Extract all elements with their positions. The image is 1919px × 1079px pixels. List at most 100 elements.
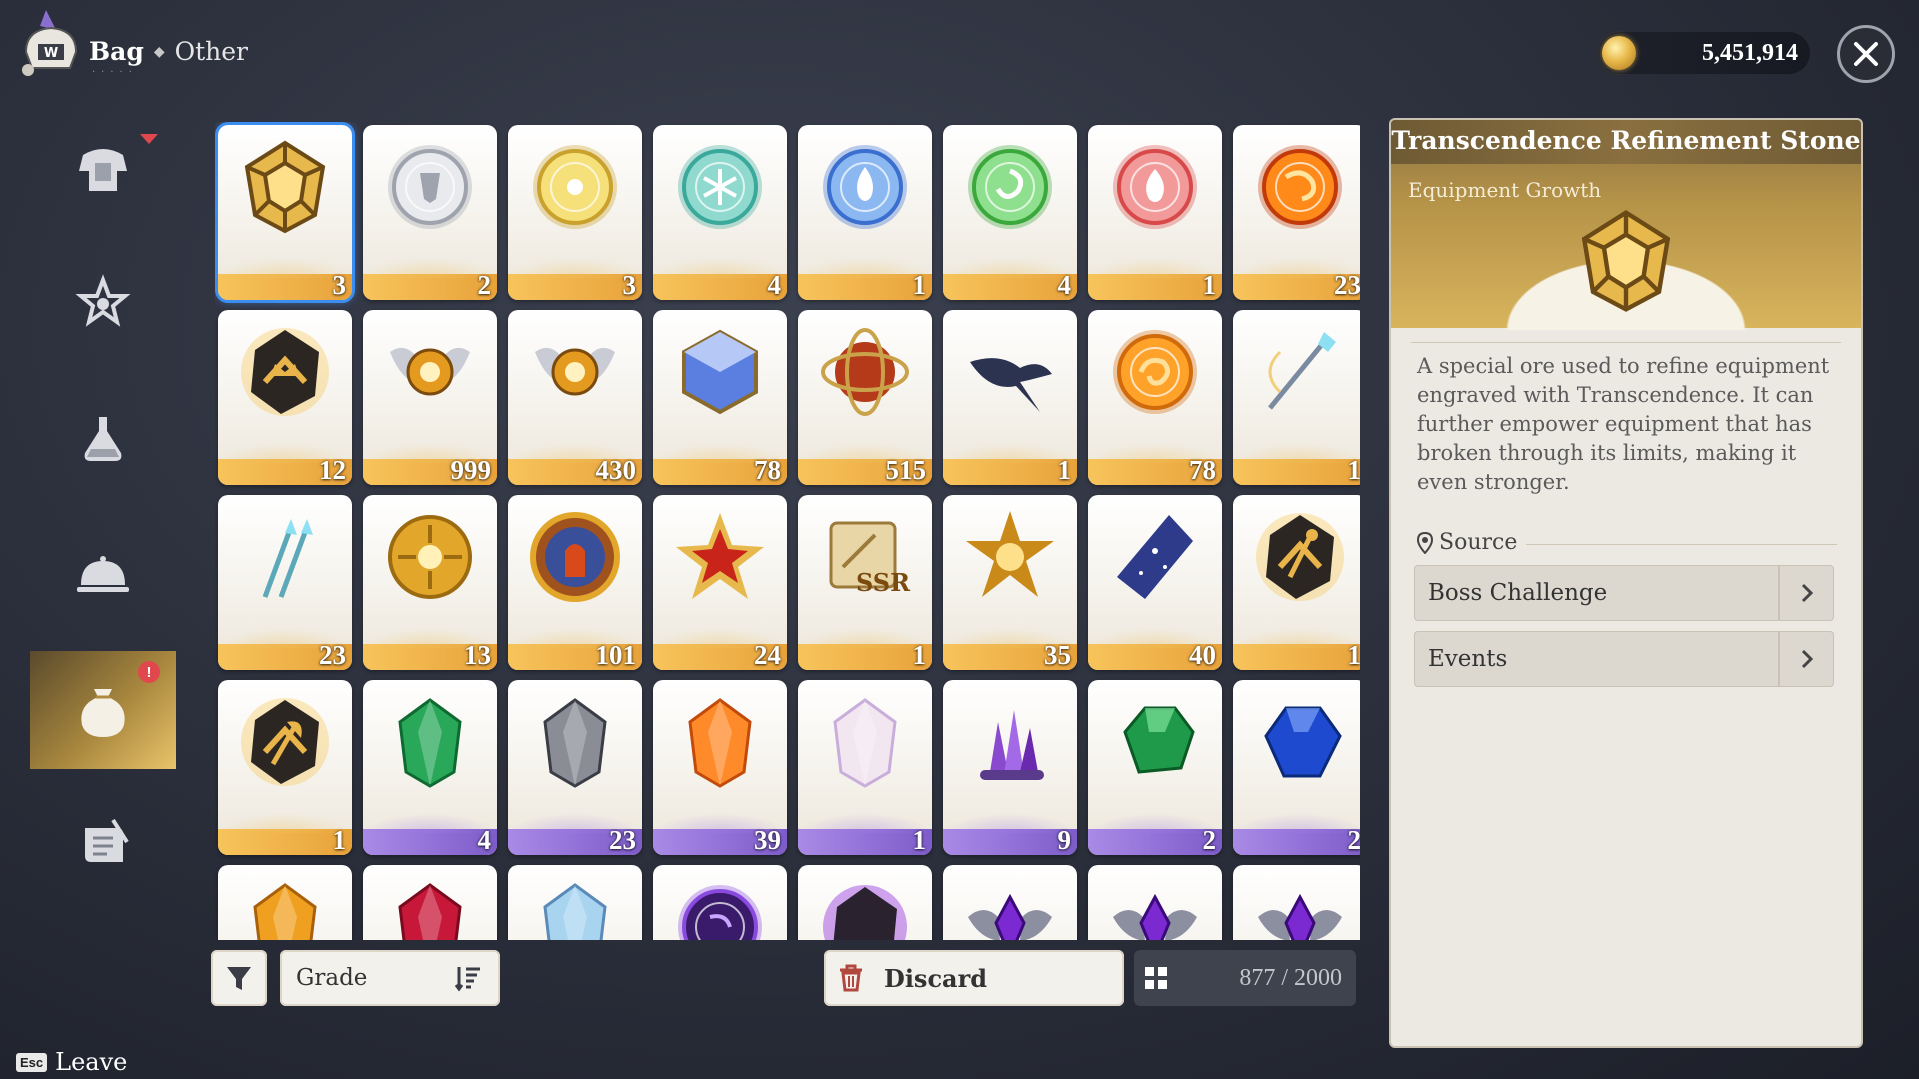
- item-slot[interactable]: 4: [943, 125, 1077, 300]
- detail-divider: [1411, 342, 1841, 343]
- item-slot[interactable]: 4: [653, 125, 787, 300]
- item-slot[interactable]: [943, 865, 1077, 940]
- item-slot[interactable]: 24: [653, 495, 787, 670]
- item-quantity: 23: [1334, 270, 1360, 300]
- gold-coin-icon: [1602, 36, 1636, 70]
- item-slot[interactable]: [218, 865, 352, 940]
- item-slot[interactable]: 515: [798, 310, 932, 485]
- item-slot[interactable]: 999: [363, 310, 497, 485]
- item-slot[interactable]: 1: [1233, 495, 1360, 670]
- chevron-right-icon: [1778, 565, 1834, 621]
- item-slot[interactable]: 78: [1088, 310, 1222, 485]
- filter-button[interactable]: [211, 950, 267, 1006]
- filter-funnel-icon: [227, 967, 251, 990]
- item-slot[interactable]: 2: [1088, 680, 1222, 855]
- nav-tab-consumables[interactable]: [30, 380, 176, 498]
- item-quantity: 2: [1202, 825, 1217, 855]
- item-slot[interactable]: 1: [798, 680, 932, 855]
- item-quantity: 4: [477, 825, 492, 855]
- nav-tab-food[interactable]: [30, 515, 176, 633]
- item-slot[interactable]: 1: [943, 310, 1077, 485]
- rarity-band: [1233, 628, 1360, 670]
- item-quantity: 4: [767, 270, 782, 300]
- discard-button[interactable]: Discard: [824, 950, 1124, 1006]
- armor-icon: [79, 149, 127, 191]
- item-quantity: 23: [319, 640, 346, 670]
- item-slot[interactable]: 1: [798, 125, 932, 300]
- item-detail-panel: Transcendence Refinement Stone Equipment…: [1391, 120, 1861, 1046]
- item-quantity: 78: [754, 455, 781, 485]
- item-quantity: 999: [450, 455, 492, 485]
- item-slot[interactable]: 2: [363, 125, 497, 300]
- source-heading: Source: [1417, 530, 1517, 555]
- item-slot[interactable]: 39: [653, 680, 787, 855]
- item-quantity: 1: [332, 825, 347, 855]
- gold-currency-display: 5,451,914: [1598, 32, 1810, 74]
- item-slot[interactable]: 430: [508, 310, 642, 485]
- source-divider: [1526, 544, 1837, 545]
- item-quantity: 430: [595, 455, 637, 485]
- discard-label: Discard: [884, 963, 988, 993]
- item-quantity: 35: [1044, 640, 1071, 670]
- svg-text:SSR: SSR: [856, 568, 911, 597]
- item-quantity: 3: [622, 270, 637, 300]
- item-slot[interactable]: 12: [218, 310, 352, 485]
- item-slot[interactable]: 40: [1088, 495, 1222, 670]
- chevron-right-icon: [1778, 631, 1834, 687]
- item-quantity: 1: [1057, 455, 1072, 485]
- golden-dodecahedron-stone-icon: [1581, 209, 1671, 312]
- item-quantity: 1: [1347, 640, 1361, 670]
- item-quantity: 2: [477, 270, 492, 300]
- item-slot[interactable]: 3: [215, 122, 355, 303]
- item-quantity: 1: [912, 640, 927, 670]
- item-slot[interactable]: 2: [1233, 680, 1360, 855]
- item-slot[interactable]: 35: [943, 495, 1077, 670]
- item-slot[interactable]: 4: [363, 680, 497, 855]
- item-quantity: 3: [332, 270, 347, 300]
- item-quantity: 1: [912, 270, 927, 300]
- item-slot[interactable]: 1: [1233, 310, 1360, 485]
- item-slot[interactable]: 3: [508, 125, 642, 300]
- item-slot[interactable]: 23: [1233, 125, 1360, 300]
- breadcrumb-ornament: ·····: [92, 67, 138, 78]
- item-slot[interactable]: [1088, 865, 1222, 940]
- item-slot[interactable]: 13: [363, 495, 497, 670]
- item-quantity: 2: [1347, 825, 1361, 855]
- item-description: A special ore used to refine equipment e…: [1417, 354, 1830, 494]
- item-slot[interactable]: [1233, 865, 1360, 940]
- item-slot[interactable]: 101: [508, 495, 642, 670]
- item-slot[interactable]: [508, 865, 642, 940]
- nav-alert-badge: !: [138, 661, 160, 683]
- item-slot[interactable]: 1: [218, 680, 352, 855]
- sort-label: Grade: [296, 965, 368, 991]
- item-slot[interactable]: 23: [218, 495, 352, 670]
- item-slot[interactable]: 1: [1088, 125, 1222, 300]
- rarity-band: [1233, 443, 1360, 485]
- item-slot[interactable]: [653, 865, 787, 940]
- nav-tab-equipment[interactable]: [30, 110, 176, 228]
- item-quantity: 1: [1347, 455, 1361, 485]
- item-slot[interactable]: 9: [943, 680, 1077, 855]
- breadcrumb: Bag ◆ Other: [89, 37, 248, 66]
- item-quantity: 4: [1057, 270, 1072, 300]
- sort-grade-select[interactable]: Grade: [280, 950, 500, 1006]
- close-button[interactable]: [1837, 25, 1895, 83]
- nav-tab-materials[interactable]: [30, 245, 176, 363]
- source-events-button[interactable]: Events: [1414, 631, 1834, 687]
- esc-key-hint: Esc: [16, 1052, 48, 1072]
- source-label: Boss Challenge: [1428, 580, 1608, 606]
- item-quantity: 1: [1202, 270, 1217, 300]
- source-boss-challenge-button[interactable]: Boss Challenge: [1414, 565, 1834, 621]
- item-slot[interactable]: [363, 865, 497, 940]
- source-heading-label: Source: [1439, 530, 1518, 555]
- item-slot[interactable]: 23: [508, 680, 642, 855]
- item-slot[interactable]: 78: [653, 310, 787, 485]
- item-slot[interactable]: [798, 865, 932, 940]
- item-slot[interactable]: SSR 1: [798, 495, 932, 670]
- item-quantity: 23: [609, 825, 636, 855]
- item-quantity: 24: [754, 640, 781, 670]
- leave-button[interactable]: Esc Leave: [16, 1048, 127, 1076]
- nav-tab-quest-items[interactable]: [30, 785, 176, 903]
- item-quantity: 39: [754, 825, 781, 855]
- nav-tab-other[interactable]: !: [30, 651, 176, 769]
